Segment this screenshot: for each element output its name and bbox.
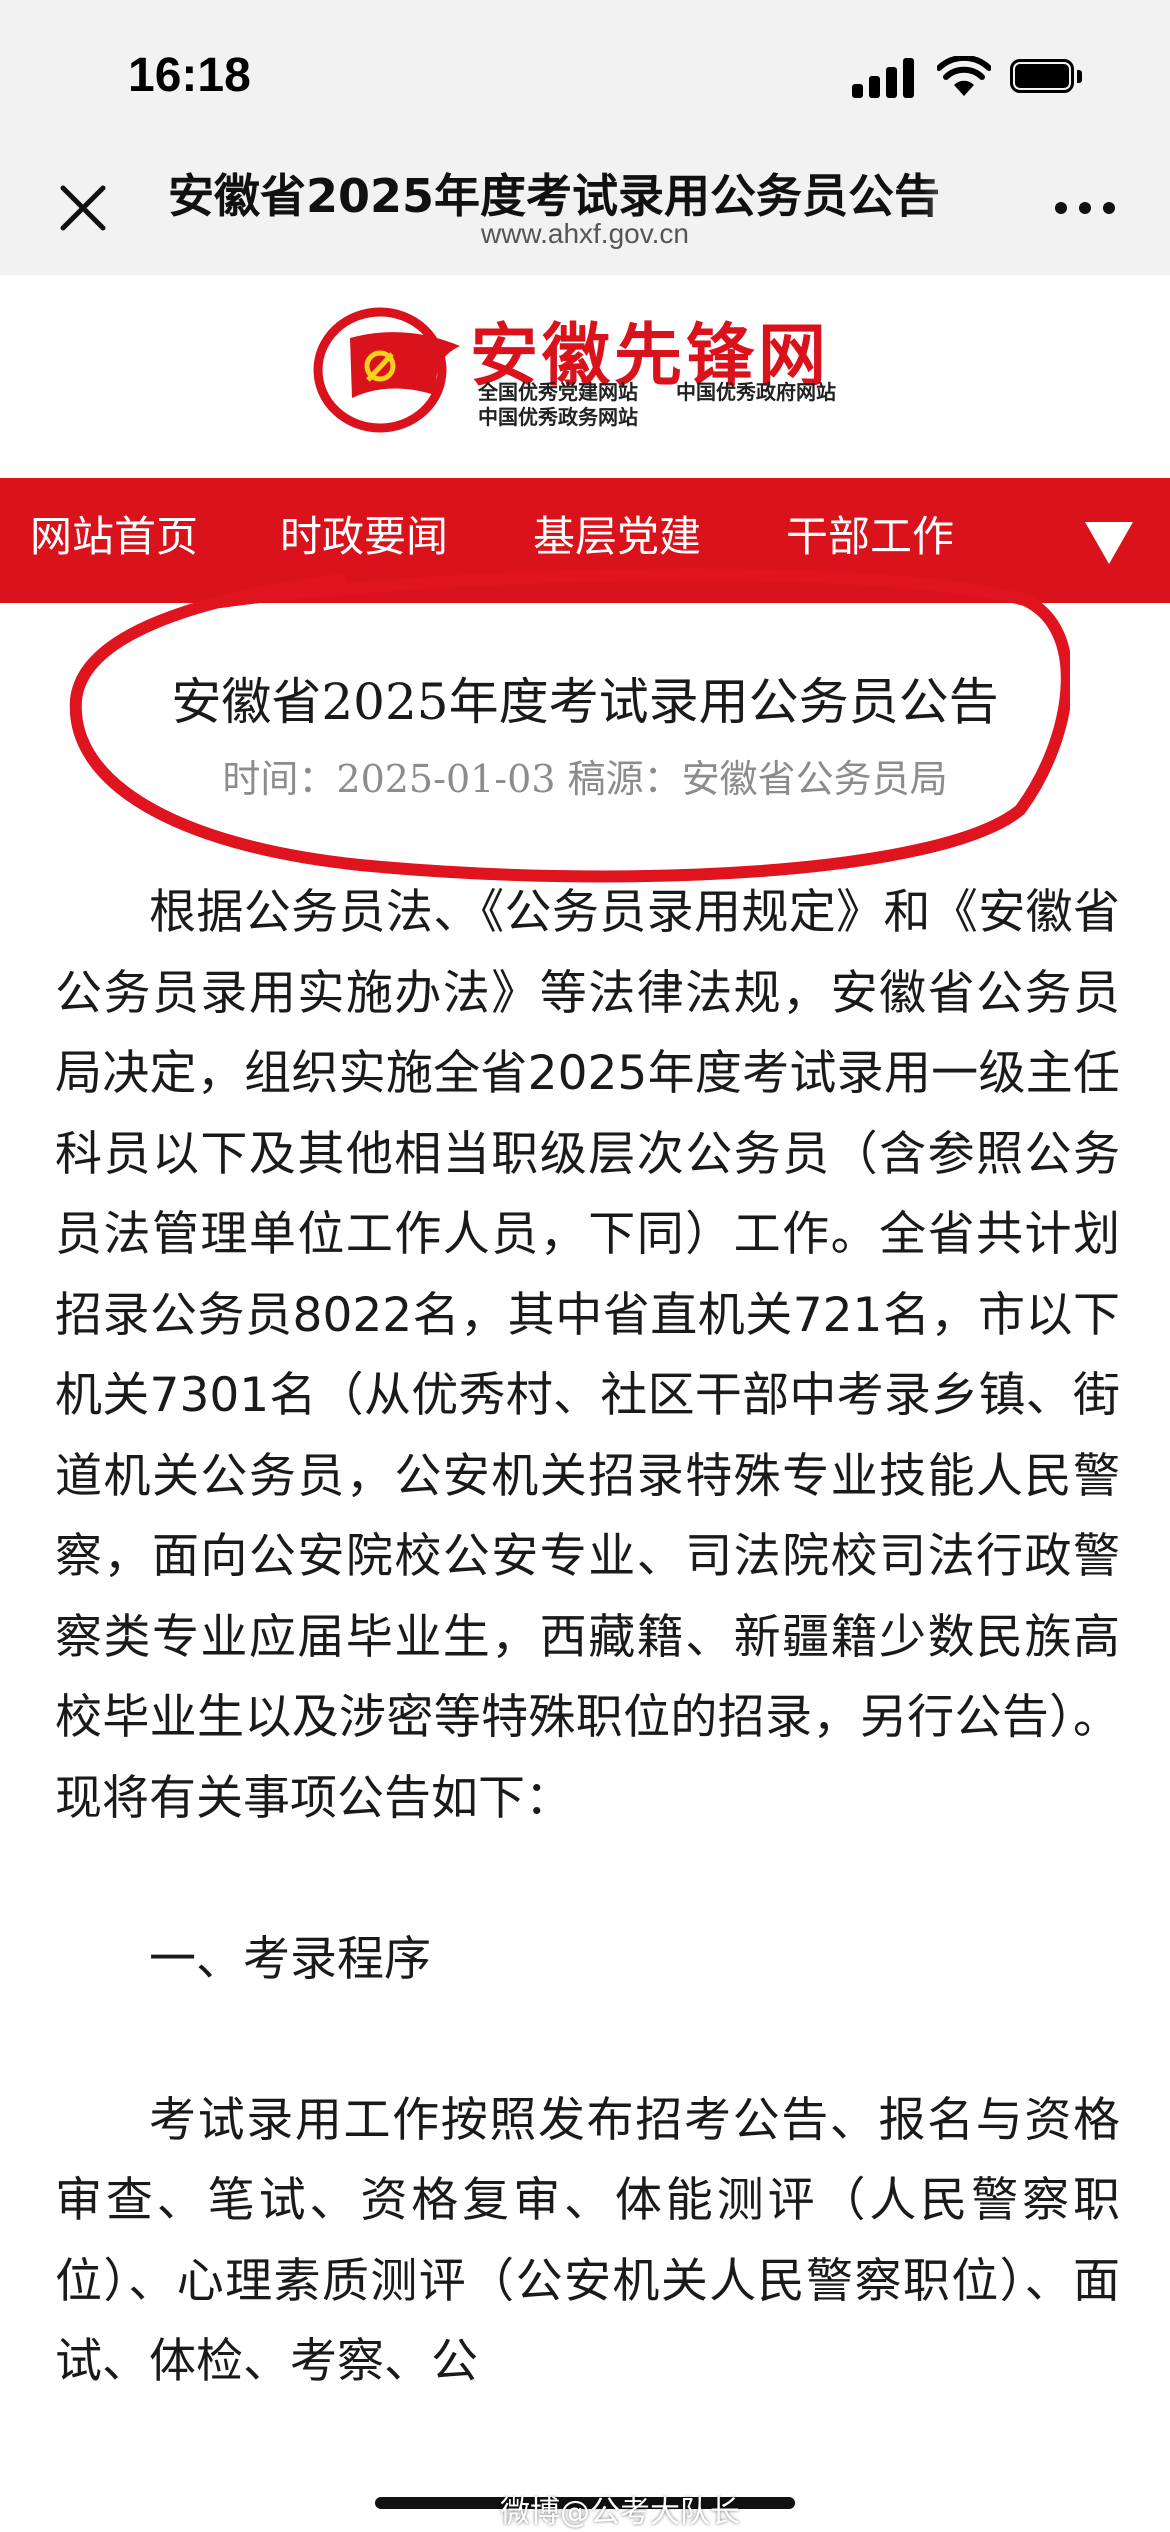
nav-item-home[interactable]: 网站首页 [30, 503, 198, 564]
site-tagline-3: 中国优秀政务网站 [478, 405, 638, 429]
browser-url[interactable]: www.ahxf.gov.cn [0, 218, 1170, 250]
more-options-icon[interactable] [1055, 202, 1115, 216]
status-time: 16:18 [128, 49, 251, 102]
site-tagline-2: 中国优秀政府网站 [676, 380, 836, 404]
browser-page-title: 安徽省2025年度考试录用公务员公告 [168, 169, 941, 220]
article-title: 安徽省2025年度考试录用公务员公告 [171, 673, 999, 731]
section-heading: 一、考录程序 [149, 1931, 431, 1987]
party-emblem-logo-icon[interactable] [310, 298, 470, 438]
nav-item-cadre-work[interactable]: 干部工作 [786, 503, 954, 564]
nav-item-news[interactable]: 时政要闻 [280, 503, 448, 564]
article-body: 根据公务员法、《公务员录用规定》和《安徽省公务员录用实施办法》等法律法规，安徽省… [55, 873, 1120, 2403]
article-paragraph: 考试录用工作按照发布招考公告、报名与资格审查、笔试、资格复审、体能测评（人民警察… [55, 2092, 1120, 2390]
wifi-icon [937, 56, 991, 96]
article-paragraph: 根据公务员法、《公务员录用规定》和《安徽省公务员录用实施办法》等法律法规，安徽省… [55, 885, 1120, 1826]
article-meta: 时间：2025-01-03 稿源：安徽省公务员局 [222, 757, 948, 801]
nav-expand-triangle-icon[interactable] [1083, 520, 1135, 566]
nav-item-party-building[interactable]: 基层党建 [533, 503, 701, 564]
weibo-watermark: 微博@公考大队长 [500, 2495, 740, 2530]
battery-icon [1010, 59, 1082, 95]
cellular-signal-icon [852, 58, 914, 98]
